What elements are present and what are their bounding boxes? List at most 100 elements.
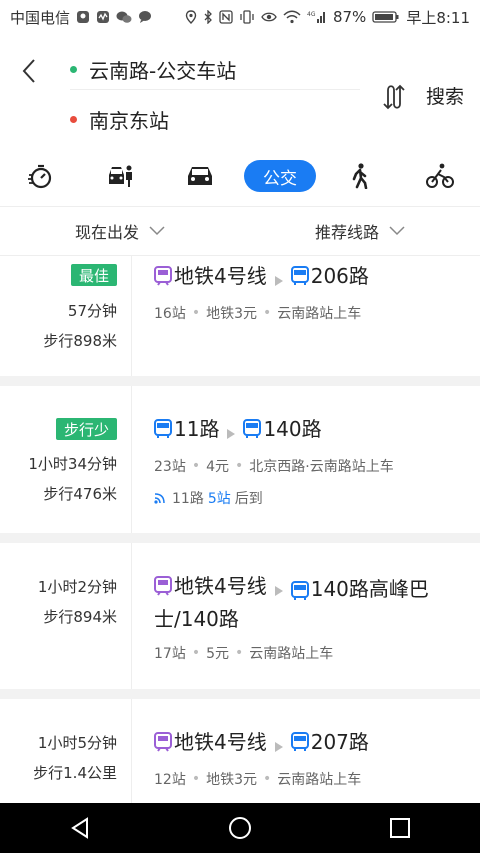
tab-timer[interactable] xyxy=(0,155,80,197)
origin-field[interactable]: 云南路-公交车站 xyxy=(70,50,360,90)
eye-comfort-icon xyxy=(261,11,277,23)
tab-bus[interactable]: 公交 xyxy=(240,155,320,197)
clock: 早上8:11 xyxy=(406,8,470,27)
filter-bar: 现在出发 推荐线路 xyxy=(0,206,480,256)
swap-icon xyxy=(383,84,405,110)
line-segment: 140路 xyxy=(243,414,322,444)
triangle-back-icon xyxy=(71,817,88,839)
line-name: 地铁4号线 xyxy=(174,730,267,754)
route-meta: 16站 • 地铁3元 • 云南路站上车 xyxy=(154,305,362,322)
boarding-stop: 云南路站上车 xyxy=(277,306,362,322)
stop-count: 17站 xyxy=(154,646,186,662)
nfc-icon xyxy=(219,10,233,24)
realtime-suffix: 后到 xyxy=(234,491,263,507)
transfer-arrow-icon xyxy=(274,585,283,596)
vibrate-icon xyxy=(239,10,255,24)
activity-notification-icon xyxy=(96,10,110,24)
tab-bus-label: 公交 xyxy=(244,160,316,192)
bus-icon xyxy=(154,419,172,438)
metro-icon xyxy=(154,576,172,596)
line-name: 11路 xyxy=(174,417,220,441)
line-segment: 地铁4号线 xyxy=(154,727,267,757)
origin-dot-icon xyxy=(70,66,77,73)
tab-taxi[interactable] xyxy=(80,155,160,197)
line-name: 地铁4号线 xyxy=(174,264,267,288)
back-button[interactable] xyxy=(14,56,44,86)
tab-walk[interactable] xyxy=(320,155,400,197)
destination-label: 南京东站 xyxy=(89,108,169,133)
swap-button[interactable] xyxy=(378,82,408,112)
location-notification-icon xyxy=(76,10,90,24)
realtime-stops: 5站 xyxy=(207,491,231,507)
carrier-label: 中国电信 xyxy=(10,8,71,27)
fare: 地铁3元 xyxy=(206,772,258,788)
route-walk-distance: 步行898米 xyxy=(43,332,117,350)
route-summary: 步行少 1小时34分钟 步行476米 xyxy=(0,386,132,533)
bluetooth-icon xyxy=(203,10,213,24)
route-lines: 11路 140路 xyxy=(154,414,464,447)
route-duration: 57分钟 xyxy=(67,302,117,320)
origin-label: 云南路-公交车站 xyxy=(89,59,237,83)
boarding-stop: 云南路站上车 xyxy=(249,646,334,662)
car-icon xyxy=(188,167,212,185)
route-duration: 1小时2分钟 xyxy=(37,578,117,596)
chevron-down-icon xyxy=(389,226,405,236)
route-summary: 1小时5分钟 步行1.4公里 xyxy=(0,699,132,803)
route-card[interactable]: 1小时2分钟 步行894米 地铁4号线 140路高峰巴士/140路 17站 • 5… xyxy=(0,543,480,689)
boarding-stop: 云南路站上车 xyxy=(277,772,362,788)
tab-bike[interactable] xyxy=(400,155,480,197)
route-meta: 23站 • 4元 • 北京西路·云南路站上车 xyxy=(154,458,394,475)
route-summary: 1小时2分钟 步行894米 xyxy=(0,543,132,689)
stop-count: 23站 xyxy=(154,459,186,475)
line-segment: 地铁4号线 xyxy=(154,261,267,291)
timer-icon xyxy=(28,164,52,189)
metro-icon xyxy=(154,732,172,752)
route-card[interactable]: 最佳 57分钟 步行898米 地铁4号线 206路 16站 • 地铁3元 • 云南路… xyxy=(0,256,480,376)
nav-recents-button[interactable] xyxy=(370,803,430,853)
bus-icon xyxy=(243,419,262,438)
fare: 5元 xyxy=(206,646,230,662)
route-meta: 12站 • 地铁3元 • 云南路站上车 xyxy=(154,771,362,788)
route-lines: 地铁4号线 140路高峰巴士/140路 xyxy=(154,571,464,634)
line-name: 140路 xyxy=(263,417,322,441)
tab-car[interactable] xyxy=(160,155,240,197)
metro-icon xyxy=(154,266,172,286)
taxi-icon xyxy=(109,165,132,187)
line-name: 地铁4号线 xyxy=(174,574,267,598)
circle-home-icon xyxy=(229,817,251,839)
nav-back-button[interactable] xyxy=(50,803,110,853)
line-segment: 地铁4号线 xyxy=(154,571,267,601)
sort-dropdown[interactable]: 推荐线路 xyxy=(240,219,480,243)
route-duration: 1小时34分钟 xyxy=(28,455,117,473)
nav-home-button[interactable] xyxy=(210,803,270,853)
line-name: 206路 xyxy=(310,264,369,288)
route-lines: 地铁4号线 207路 xyxy=(154,727,464,760)
route-badge: 步行少 xyxy=(55,418,117,440)
chevron-down-icon xyxy=(149,226,165,236)
depart-time-dropdown[interactable]: 现在出发 xyxy=(0,219,240,243)
destination-field[interactable]: 南京东站 xyxy=(70,99,360,139)
search-button[interactable]: 搜索 xyxy=(426,82,464,109)
route-duration: 1小时5分钟 xyxy=(37,734,117,752)
route-card[interactable]: 1小时5分钟 步行1.4公里 地铁4号线 207路 12站 • 地铁3元 • 云南路… xyxy=(0,699,480,803)
battery-percent: 87% xyxy=(332,8,367,26)
wechat-notification-icon xyxy=(116,10,132,24)
status-bar: 中国电信 4G 87% 早上8:11 xyxy=(0,0,480,34)
fare: 4元 xyxy=(206,459,230,475)
stop-count: 12站 xyxy=(154,772,186,788)
route-meta: 17站 • 5元 • 云南路站上车 xyxy=(154,645,334,662)
route-walk-distance: 步行894米 xyxy=(43,608,117,626)
transfer-arrow-icon xyxy=(274,275,283,286)
message-notification-icon xyxy=(138,10,152,24)
line-name: 207路 xyxy=(310,730,369,754)
line-segment: 207路 xyxy=(290,727,369,757)
wifi-icon xyxy=(283,10,301,24)
transfer-arrow-icon xyxy=(227,428,236,439)
route-card[interactable]: 步行少 1小时34分钟 步行476米 11路 140路 23站 • 4元 • 北京西… xyxy=(0,386,480,533)
bus-icon xyxy=(290,266,309,285)
stop-count: 16站 xyxy=(154,306,186,322)
bike-icon xyxy=(426,163,454,188)
boarding-stop: 北京西路·云南路站上车 xyxy=(249,459,394,475)
route-badge: 最佳 xyxy=(70,264,117,286)
walk-icon xyxy=(352,163,368,189)
